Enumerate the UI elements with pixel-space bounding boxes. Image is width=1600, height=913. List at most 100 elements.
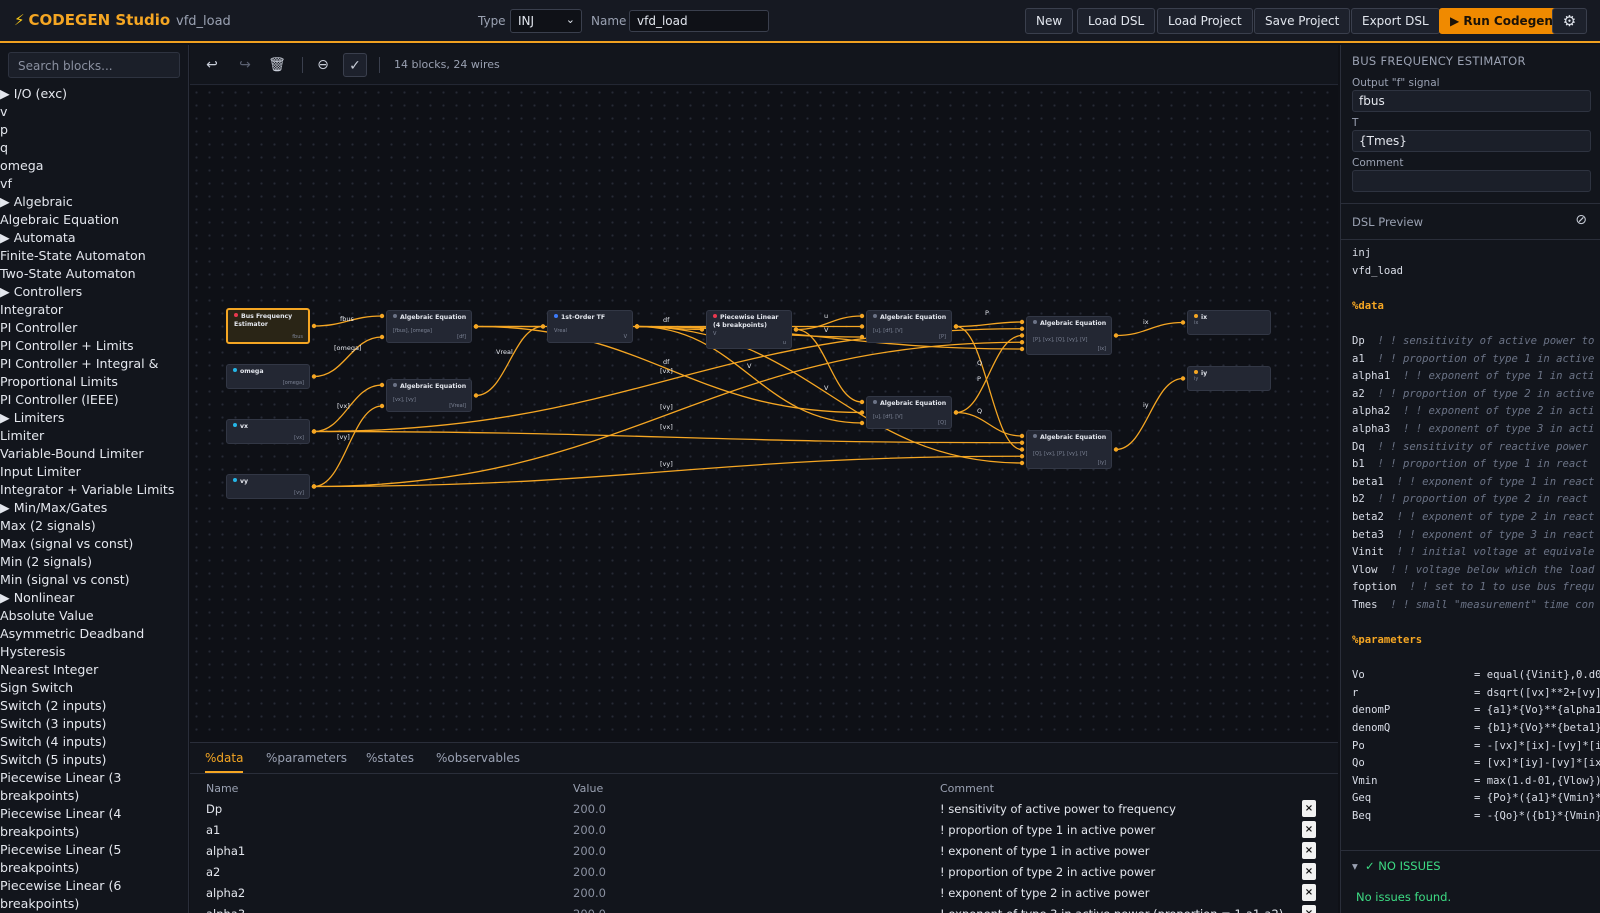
port[interactable]: [311, 484, 317, 489]
palette-item[interactable]: Switch (3 inputs): [0, 715, 188, 733]
palette-item[interactable]: Input Limiter: [0, 463, 188, 481]
palette-item[interactable]: Sign Switch: [0, 679, 188, 697]
wire[interactable]: [1115, 321, 1184, 337]
row-value[interactable]: 200.0: [573, 823, 606, 837]
issues-header[interactable]: ▾ ✓ NO ISSUES: [1341, 850, 1600, 880]
port[interactable]: [379, 403, 385, 409]
port[interactable]: [311, 323, 317, 329]
row-value[interactable]: 200.0: [573, 886, 606, 900]
palette-item[interactable]: Switch (4 inputs): [0, 733, 188, 751]
block-pwl[interactable]: Piecewise Linear (4 breakpoints) Vu: [706, 310, 792, 349]
port[interactable]: [379, 313, 385, 319]
port[interactable]: [793, 327, 799, 332]
palette-item[interactable]: Switch (5 inputs): [0, 751, 188, 769]
type-select[interactable]: INJ ⌄: [510, 9, 582, 33]
row-comment[interactable]: ! sensitivity of active power to frequen…: [940, 802, 1176, 816]
row-value[interactable]: 200.0: [573, 865, 606, 879]
row-value[interactable]: 200.0: [573, 907, 606, 913]
row-name[interactable]: Dp: [206, 802, 222, 816]
palette-item[interactable]: Finite-State Automaton: [0, 247, 188, 265]
wire[interactable]: [955, 334, 1023, 414]
port[interactable]: [1019, 454, 1025, 459]
row-comment[interactable]: ! proportion of type 2 in active power: [940, 865, 1155, 879]
palette-item[interactable]: Absolute Value: [0, 607, 188, 625]
block-ae6[interactable]: Algebraic Equation [Q], [vx], [P], [vy], …: [1026, 430, 1112, 469]
block-tf[interactable]: 1st-Order TF Vreal V: [547, 310, 633, 343]
row-comment[interactable]: ! proportion of type 1 in active power: [940, 823, 1155, 837]
wire[interactable]: [1115, 377, 1184, 451]
search-blocks-input[interactable]: Search blocks...: [8, 52, 180, 78]
port[interactable]: [859, 420, 865, 426]
load-dsl-button[interactable]: Load DSL: [1077, 8, 1156, 34]
wire[interactable]: [313, 336, 383, 378]
palette-item[interactable]: Switch (2 inputs): [0, 697, 188, 715]
wire[interactable]: [955, 321, 1023, 328]
category-2[interactable]: ▶ Automata: [0, 229, 188, 247]
tab-states[interactable]: %states: [366, 751, 414, 771]
block-ae3[interactable]: Algebraic Equation [u], [df], [V] [P]: [866, 310, 952, 343]
port[interactable]: [473, 324, 479, 329]
wire[interactable]: [475, 325, 544, 397]
wire[interactable]: [795, 315, 863, 331]
port[interactable]: [473, 393, 479, 398]
port[interactable]: [1019, 447, 1025, 452]
palette-item[interactable]: Asymmetric Deadband: [0, 625, 188, 643]
port[interactable]: [859, 324, 865, 329]
row-value[interactable]: 200.0: [573, 844, 606, 858]
save-project-button[interactable]: Save Project: [1254, 8, 1351, 34]
row-name[interactable]: alpha1: [206, 844, 245, 858]
port[interactable]: [859, 399, 865, 405]
gear-icon[interactable]: ⚙: [1552, 8, 1587, 34]
port[interactable]: [379, 382, 385, 388]
palette-item[interactable]: Piecewise Linear (3 breakpoints): [0, 769, 188, 805]
port[interactable]: [1113, 333, 1119, 338]
port[interactable]: [311, 429, 317, 434]
palette-item[interactable]: Two-State Automaton: [0, 265, 188, 283]
tab-parameters[interactable]: %parameters: [266, 751, 347, 771]
row-comment[interactable]: ! exponent of type 2 in active power: [940, 886, 1149, 900]
delete-row-button[interactable]: ×: [1302, 800, 1316, 817]
row-comment[interactable]: ! exponent of type 3 in active power (pr…: [940, 907, 1283, 913]
category-0[interactable]: ▶ I/O (exc): [0, 85, 188, 103]
palette-item[interactable]: Min (signal vs const): [0, 571, 188, 589]
palette-item[interactable]: PI Controller (IEEE): [0, 391, 188, 409]
block-omega[interactable]: omega [omega]: [226, 364, 310, 389]
name-input[interactable]: vfd_load: [629, 10, 769, 32]
port[interactable]: [379, 334, 385, 340]
delete-row-button[interactable]: ×: [1302, 863, 1316, 880]
row-comment[interactable]: ! exponent of type 1 in active power: [940, 844, 1149, 858]
port[interactable]: [1019, 440, 1025, 445]
delete-row-button[interactable]: ×: [1302, 884, 1316, 901]
palette-item[interactable]: Algebraic Equation: [0, 211, 188, 229]
hide-icon[interactable]: ⊘: [1575, 212, 1587, 228]
palette-item[interactable]: Nearest Integer: [0, 661, 188, 679]
palette-item[interactable]: PI Controller + Limits: [0, 337, 188, 355]
palette-item[interactable]: p: [0, 121, 188, 139]
wire[interactable]: [313, 405, 383, 488]
palette-item[interactable]: Max (signal vs const): [0, 535, 188, 553]
row-name[interactable]: a1: [206, 823, 220, 837]
new-button[interactable]: New: [1025, 8, 1074, 34]
palette-item[interactable]: Limiter: [0, 427, 188, 445]
block-ae2[interactable]: Algebraic Equation [vx], [vy] [Vreal]: [386, 379, 472, 412]
delete-row-button[interactable]: ×: [1302, 905, 1316, 913]
palette-item[interactable]: Piecewise Linear (4 breakpoints): [0, 805, 188, 841]
wire[interactable]: [955, 411, 1023, 437]
port[interactable]: [1019, 346, 1025, 352]
palette-item[interactable]: q: [0, 139, 188, 157]
palette-item[interactable]: Max (2 signals): [0, 517, 188, 535]
block-vy[interactable]: vy [vy]: [226, 474, 310, 499]
port[interactable]: [1019, 340, 1025, 345]
palette-item[interactable]: omega: [0, 157, 188, 175]
block-ae5[interactable]: Algebraic Equation [P], [vx], [Q], [vy], …: [1026, 316, 1112, 355]
t-input[interactable]: {Tmes}: [1352, 130, 1591, 152]
row-name[interactable]: a2: [206, 865, 220, 879]
block-ix[interactable]: ix ix: [1187, 310, 1271, 335]
palette-item[interactable]: PI Controller + Integral & Proportional …: [0, 355, 188, 391]
redo-icon[interactable]: ↪: [233, 53, 257, 77]
port[interactable]: [953, 324, 959, 329]
run-codegen-button[interactable]: ▶ Run Codegen: [1439, 8, 1564, 34]
palette-item[interactable]: Piecewise Linear (5 breakpoints): [0, 841, 188, 877]
block-bfe[interactable]: Bus Frequency Estimator fbus: [226, 308, 310, 344]
category-3[interactable]: ▶ Controllers: [0, 283, 188, 301]
